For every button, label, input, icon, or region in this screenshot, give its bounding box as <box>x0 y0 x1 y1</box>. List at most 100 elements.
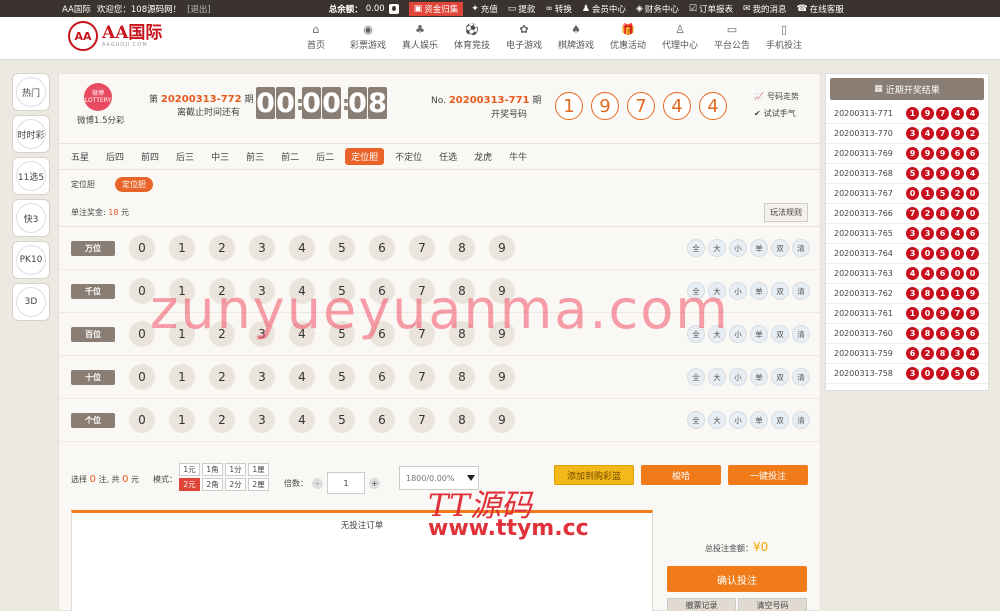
category-button[interactable]: 11选5 <box>12 157 50 195</box>
plus-button[interactable]: + <box>369 477 380 489</box>
play-tab[interactable]: 龙虎 <box>468 148 498 165</box>
play-tab[interactable]: 后二 <box>310 148 340 165</box>
digit-ball[interactable]: 3 <box>249 364 275 390</box>
quick-select-button[interactable]: 单 <box>750 325 768 343</box>
play-tab[interactable]: 中三 <box>205 148 235 165</box>
nav-item[interactable]: ♙ 代理中心 <box>654 23 706 51</box>
nav-item[interactable]: ▭ 平台公告 <box>706 23 758 51</box>
play-tab[interactable]: 前二 <box>275 148 305 165</box>
digit-ball[interactable]: 5 <box>329 407 355 433</box>
digit-ball[interactable]: 4 <box>289 407 315 433</box>
quick-select-button[interactable]: 清 <box>792 368 810 386</box>
nav-item[interactable]: ⌂ 首页 <box>290 23 342 51</box>
digit-ball[interactable]: 6 <box>369 321 395 347</box>
digit-ball[interactable]: 7 <box>409 407 435 433</box>
digit-ball[interactable]: 8 <box>449 321 475 347</box>
quick-select-button[interactable]: 大 <box>708 282 726 300</box>
play-tab[interactable]: 牛牛 <box>503 148 533 165</box>
quick-bet-button[interactable]: 一键投注 <box>728 465 808 485</box>
digit-ball[interactable]: 1 <box>169 235 195 261</box>
quick-select-button[interactable]: 小 <box>729 411 747 429</box>
digit-ball[interactable]: 7 <box>409 364 435 390</box>
category-button[interactable]: 时时彩 <box>12 115 50 153</box>
digit-ball[interactable]: 6 <box>369 235 395 261</box>
nav-item[interactable]: ♠ 棋牌游戏 <box>550 23 602 51</box>
digit-ball[interactable]: 3 <box>249 278 275 304</box>
top-link[interactable]: ☎ 在线客服 <box>795 3 846 15</box>
quick-select-button[interactable]: 双 <box>771 282 789 300</box>
top-link[interactable]: ◈ 财务中心 <box>634 3 681 15</box>
digit-ball[interactable]: 8 <box>449 364 475 390</box>
digit-ball[interactable]: 9 <box>489 235 515 261</box>
digit-ball[interactable]: 7 <box>409 321 435 347</box>
minus-button[interactable]: - <box>312 477 323 489</box>
nav-item[interactable]: 🎁 优惠活动 <box>602 23 654 51</box>
digit-ball[interactable]: 4 <box>289 321 315 347</box>
trend-link[interactable]: 📈 号码走势 <box>754 91 799 102</box>
logout-link[interactable]: [退出] <box>187 3 211 15</box>
quick-select-button[interactable]: 小 <box>729 368 747 386</box>
clear-button[interactable]: 清空号码 <box>738 598 807 611</box>
digit-ball[interactable]: 9 <box>489 321 515 347</box>
nav-item[interactable]: ✿ 电子游戏 <box>498 23 550 51</box>
logo[interactable]: AA AA国际 AAGUOJI.COM <box>68 21 162 51</box>
digit-ball[interactable]: 3 <box>249 235 275 261</box>
quick-select-button[interactable]: 单 <box>750 368 768 386</box>
digit-ball[interactable]: 8 <box>449 407 475 433</box>
quick-select-button[interactable]: 清 <box>792 239 810 257</box>
digit-ball[interactable]: 1 <box>169 407 195 433</box>
mode-option[interactable]: 1元 <box>179 463 200 476</box>
digit-ball[interactable]: 1 <box>169 278 195 304</box>
digit-ball[interactable]: 4 <box>289 278 315 304</box>
mode-option[interactable]: 2厘 <box>248 478 269 491</box>
digit-ball[interactable]: 2 <box>209 407 235 433</box>
digit-ball[interactable]: 0 <box>129 235 155 261</box>
digit-ball[interactable]: 0 <box>129 278 155 304</box>
digit-ball[interactable]: 5 <box>329 235 355 261</box>
quick-select-button[interactable]: 小 <box>729 325 747 343</box>
quick-select-button[interactable]: 双 <box>771 411 789 429</box>
digit-ball[interactable]: 3 <box>249 407 275 433</box>
quick-select-button[interactable]: 小 <box>729 282 747 300</box>
digit-ball[interactable]: 8 <box>449 235 475 261</box>
play-tab[interactable]: 定位胆 <box>345 148 385 165</box>
play-tab[interactable]: 前三 <box>240 148 270 165</box>
quick-select-button[interactable]: 全 <box>687 411 705 429</box>
quick-select-button[interactable]: 单 <box>750 239 768 257</box>
category-button[interactable]: 快3 <box>12 199 50 237</box>
quick-select-button[interactable]: 小 <box>729 239 747 257</box>
mode-option[interactable]: 1厘 <box>248 463 269 476</box>
digit-ball[interactable]: 2 <box>209 235 235 261</box>
digit-ball[interactable]: 0 <box>129 364 155 390</box>
quick-select-button[interactable]: 双 <box>771 239 789 257</box>
quick-select-button[interactable]: 全 <box>687 325 705 343</box>
digit-ball[interactable]: 6 <box>369 364 395 390</box>
play-tab[interactable]: 前四 <box>135 148 165 165</box>
mode-option[interactable]: 2角 <box>202 478 223 491</box>
digit-ball[interactable]: 9 <box>489 278 515 304</box>
records-button[interactable]: 撤票记录 <box>667 598 736 611</box>
quick-select-button[interactable]: 双 <box>771 325 789 343</box>
play-tab[interactable]: 五星 <box>65 148 95 165</box>
digit-ball[interactable]: 9 <box>489 364 515 390</box>
top-link[interactable]: ▣ 资金归集 <box>408 1 464 16</box>
play-tab[interactable]: 任选 <box>433 148 463 165</box>
mode-option[interactable]: 2元 <box>179 478 200 491</box>
top-link[interactable]: ☑ 订单报表 <box>687 3 735 15</box>
quick-select-button[interactable]: 全 <box>687 368 705 386</box>
top-link[interactable]: ▭ 提款 <box>506 3 538 15</box>
quick-select-button[interactable]: 全 <box>687 282 705 300</box>
digit-ball[interactable]: 5 <box>329 364 355 390</box>
play-tab[interactable]: 不定位 <box>389 148 428 165</box>
nav-item[interactable]: ▯ 手机投注 <box>758 23 810 51</box>
category-button[interactable]: 3D <box>12 283 50 321</box>
digit-ball[interactable]: 2 <box>209 364 235 390</box>
digit-ball[interactable]: 1 <box>169 364 195 390</box>
quick-select-button[interactable]: 大 <box>708 368 726 386</box>
quick-select-button[interactable]: 清 <box>792 325 810 343</box>
digit-ball[interactable]: 0 <box>129 321 155 347</box>
quick-select-button[interactable]: 双 <box>771 368 789 386</box>
mode-option[interactable]: 1分 <box>225 463 246 476</box>
nav-item[interactable]: ♣ 真人娱乐 <box>394 23 446 51</box>
digit-ball[interactable]: 0 <box>129 407 155 433</box>
